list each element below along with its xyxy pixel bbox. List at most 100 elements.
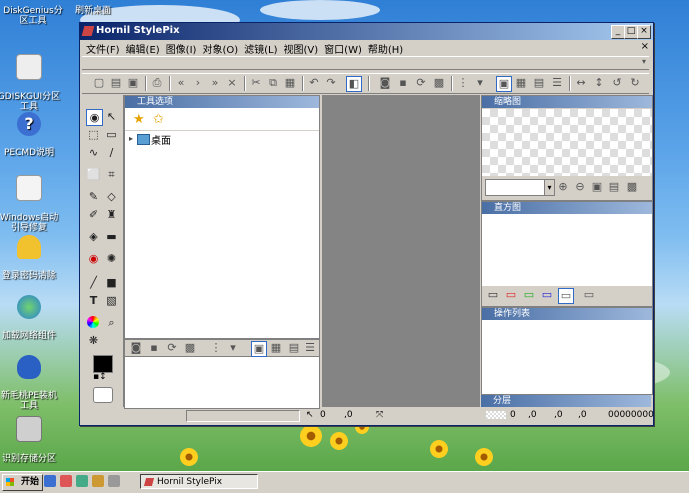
canvas-area[interactable] <box>322 95 480 407</box>
rotate-left-icon[interactable]: ↺ <box>610 76 624 90</box>
image-insert-icon[interactable]: ▧ <box>104 293 119 308</box>
save-icon[interactable]: ▣ <box>126 76 140 90</box>
flip-h-icon[interactable]: ↔ <box>574 76 588 90</box>
zoom-out-icon[interactable]: ⊖ <box>573 180 587 194</box>
view-single-icon[interactable]: ▣ <box>496 76 512 92</box>
crop-icon[interactable]: ▩ <box>183 341 197 355</box>
settings-gear-icon[interactable]: ✺ <box>104 251 119 266</box>
desktop-label-diskgenius[interactable]: DiskGenius分 区工具 <box>0 6 66 26</box>
line-icon[interactable]: ╱ <box>86 275 101 290</box>
view-grid-icon[interactable]: ▦ <box>269 341 283 355</box>
expand-icon[interactable]: ▸ <box>129 134 133 143</box>
menu-view[interactable]: 视图(V) <box>284 41 319 56</box>
new-icon[interactable]: ▢ <box>92 76 106 90</box>
menu-image[interactable]: 图像(I) <box>166 41 197 56</box>
quicklaunch-misc-icon[interactable] <box>108 475 120 487</box>
fullscreen-icon[interactable]: ▩ <box>625 180 639 194</box>
view-tile-icon[interactable]: ▤ <box>287 341 301 355</box>
capture-icon[interactable]: ▪ <box>147 341 161 355</box>
close-button[interactable]: × <box>637 25 651 39</box>
next-icon[interactable]: » <box>208 76 222 90</box>
panel-toggle-icon[interactable]: ◧ <box>346 76 362 92</box>
refresh-icon[interactable]: ⟳ <box>165 341 179 355</box>
open-icon[interactable]: ▤ <box>109 76 123 90</box>
dropdown-icon[interactable]: ▾ <box>226 341 240 355</box>
paste-icon[interactable]: ▦ <box>283 76 297 90</box>
capture-icon[interactable]: ▪ <box>396 76 410 90</box>
clone-stamp-icon[interactable]: ♜ <box>104 207 119 222</box>
text-icon[interactable]: T <box>86 293 101 308</box>
title-bar[interactable]: Hornil StylePix _ □ × <box>80 23 653 40</box>
fit-icon[interactable]: ▣ <box>590 180 604 194</box>
desktop-icon-storage[interactable]: 识别存储分区 <box>0 406 62 474</box>
menu-window[interactable]: 窗口(W) <box>324 41 362 56</box>
magic-wand-icon[interactable]: ∕ <box>104 145 119 160</box>
dropdown-icon[interactable]: ▾ <box>473 76 487 90</box>
star-icon[interactable]: ★ <box>133 112 145 127</box>
chevron-down-icon[interactable]: ▾ <box>544 179 555 196</box>
quicklaunch-tool-icon[interactable] <box>92 475 104 487</box>
foreground-color-swatch[interactable] <box>93 355 113 373</box>
monitor-settings-icon[interactable]: ▭ <box>582 288 596 302</box>
swap-colors-icon[interactable]: ▪↕ <box>93 372 107 382</box>
flip-v-icon[interactable]: ↕ <box>592 76 606 90</box>
desktop-label-refresh[interactable]: 刷新桌面 <box>60 6 126 16</box>
crop-icon[interactable]: ▩ <box>432 76 446 90</box>
scroll-down-icon[interactable]: ▾ <box>637 55 651 69</box>
pencil-icon[interactable]: ✐ <box>86 207 101 222</box>
quicklaunch-desktop-icon[interactable] <box>44 475 56 487</box>
menu-close-icon[interactable]: × <box>641 41 649 52</box>
monitor-all-icon[interactable]: ▭ <box>486 288 500 302</box>
select-transform-icon[interactable]: ⬚ <box>86 127 101 142</box>
prev-icon[interactable]: › <box>191 76 205 90</box>
transform-icon[interactable]: ⬜ <box>86 167 101 182</box>
lasso-icon[interactable]: ∿ <box>86 145 101 160</box>
stylepix-window[interactable]: Hornil StylePix _ □ × 文件(F) 编辑(E) 图像(I) … <box>79 22 654 426</box>
zoom-level-select[interactable] <box>485 179 545 196</box>
view-tile-icon[interactable]: ▤ <box>532 76 546 90</box>
view-single-icon[interactable]: ▣ <box>251 341 267 357</box>
desktop-icon-password[interactable]: 登录密码清除 <box>0 225 62 291</box>
redo-icon[interactable]: ↷ <box>324 76 338 90</box>
monitor-blue-icon[interactable]: ▭ <box>540 288 554 302</box>
monitor-red-icon[interactable]: ▭ <box>504 288 518 302</box>
background-color-swatch[interactable] <box>93 387 113 403</box>
taskbar-button-stylepix[interactable]: Hornil StylePix <box>140 474 258 489</box>
view-grid-icon[interactable]: ▦ <box>514 76 528 90</box>
first-icon[interactable]: « <box>174 76 188 90</box>
start-button[interactable]: 开始 <box>2 474 43 491</box>
add-favorite-icon[interactable]: ✩ <box>153 112 164 127</box>
camera-icon[interactable]: ◙ <box>129 341 143 355</box>
desktop-icon-network[interactable]: 加载网络组件 <box>0 285 62 351</box>
quicklaunch-explorer-icon[interactable] <box>76 475 88 487</box>
effects-icon[interactable]: ❋ <box>86 333 101 348</box>
rect-select-icon[interactable]: ▭ <box>104 127 119 142</box>
copy-icon[interactable]: ⧉ <box>266 76 280 90</box>
pointer-icon[interactable]: ↖ <box>104 109 119 124</box>
brush-icon[interactable]: ✎ <box>86 189 101 204</box>
quicklaunch-browser-icon[interactable] <box>60 475 72 487</box>
list-icon[interactable]: ⋮ <box>209 341 223 355</box>
menu-help[interactable]: 帮助(H) <box>368 41 403 56</box>
tree-item-desktop[interactable]: 桌面 <box>151 132 171 147</box>
camera-icon[interactable]: ◙ <box>378 76 392 90</box>
minimize-button[interactable]: _ <box>611 25 625 39</box>
print-icon[interactable]: ⎙ <box>150 76 164 90</box>
menu-edit[interactable]: 编辑(E) <box>126 41 160 56</box>
menu-file[interactable]: 文件(F) <box>86 41 120 56</box>
cut-icon[interactable]: ✂ <box>249 76 263 90</box>
maximize-button[interactable]: □ <box>624 25 638 39</box>
zoom-icon[interactable]: ⌕ <box>104 315 119 330</box>
thumbnail-preview[interactable] <box>482 109 652 176</box>
desktop-icon-pecmd[interactable]: ? PECMD说明 <box>0 102 62 168</box>
monitor-luma-icon[interactable]: ▭ <box>558 288 574 304</box>
gradient-icon[interactable]: ▬ <box>104 229 119 244</box>
monitor-green-icon[interactable]: ▭ <box>522 288 536 302</box>
view-list-icon[interactable]: ☰ <box>550 76 564 90</box>
refresh-icon[interactable]: ⟳ <box>414 76 428 90</box>
close-doc-icon[interactable]: × <box>225 76 239 90</box>
view-eye-icon[interactable]: ◉ <box>86 109 103 126</box>
red-eye-icon[interactable]: ◉ <box>86 251 101 266</box>
list-icon[interactable]: ⋮ <box>456 76 470 90</box>
zoom-in-icon[interactable]: ⊕ <box>556 180 570 194</box>
